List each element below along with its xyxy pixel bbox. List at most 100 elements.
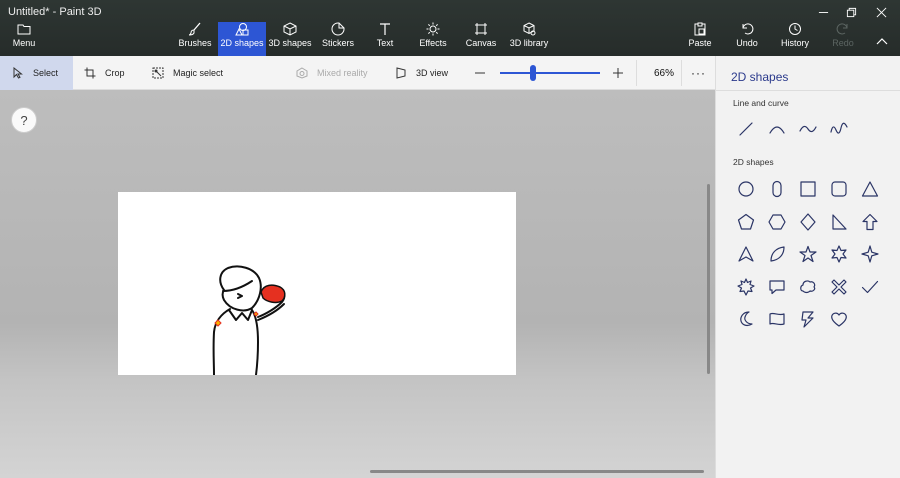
mixed-reality-label: Mixed reality	[317, 68, 368, 78]
diamond-icon[interactable]	[797, 211, 819, 233]
ribbon-redo-label: Redo	[832, 38, 854, 48]
help-button[interactable]: ?	[11, 107, 37, 133]
checkmark-icon[interactable]	[859, 276, 881, 298]
ribbon-canvas-button[interactable]: Canvas	[466, 22, 496, 56]
ribbon-undo-label: Undo	[736, 38, 758, 48]
ribbon-brushes-label: Brushes	[178, 38, 212, 48]
ribbon-3d-shapes-button[interactable]: 3D shapes	[268, 22, 312, 56]
crop-icon	[84, 67, 96, 79]
zoom-value: 66%	[654, 68, 675, 79]
redo-icon	[836, 23, 848, 35]
rounded-square-icon[interactable]	[828, 178, 850, 200]
thought-bubble-icon[interactable]	[797, 276, 819, 298]
2d-shapes-panel: 2D shapes Line and curve 2D shapes	[715, 56, 900, 478]
line-curve-section-label: Line and curve	[733, 98, 789, 108]
minimize-button[interactable]	[808, 2, 838, 22]
ribbon-2d-shapes-button[interactable]: 2D shapes	[218, 22, 266, 56]
crop-label: Crop	[105, 68, 125, 78]
square-icon[interactable]	[797, 178, 819, 200]
sun-icon	[426, 22, 440, 36]
restore-icon	[846, 7, 856, 17]
heart-icon[interactable]	[828, 308, 850, 330]
canvas-icon	[475, 23, 487, 35]
circle-icon[interactable]	[735, 178, 757, 200]
2d-shapes-icon	[235, 23, 249, 36]
paste-icon	[694, 22, 706, 36]
magic-select-button[interactable]: Magic select	[152, 56, 223, 90]
3d-view-button[interactable]: 3D view	[395, 56, 448, 90]
lightning-icon[interactable]	[797, 308, 819, 330]
workspace: ?	[0, 90, 715, 478]
drawing-canvas[interactable]	[118, 192, 516, 375]
panel-title: 2D shapes	[731, 70, 789, 84]
ribbon-effects-button[interactable]: Effects	[418, 22, 448, 56]
pill-icon[interactable]	[766, 178, 788, 200]
curve-icon[interactable]	[766, 118, 788, 140]
menu-label: Menu	[12, 38, 36, 48]
star5-icon[interactable]	[797, 243, 819, 265]
right-triangle-icon[interactable]	[828, 211, 850, 233]
magic-select-icon	[152, 67, 164, 79]
select-button[interactable]: Select	[0, 56, 73, 90]
zoom-slider-thumb[interactable]	[530, 65, 536, 81]
zoom-out-icon[interactable]	[474, 67, 486, 79]
horizontal-scrollbar[interactable]	[370, 470, 704, 473]
leaf-icon[interactable]	[766, 243, 788, 265]
ribbon-redo-button[interactable]: Redo	[830, 22, 856, 56]
zoom-in-icon[interactable]	[612, 67, 624, 79]
ribbon-undo-button[interactable]: Undo	[734, 22, 760, 56]
pentagon-icon[interactable]	[735, 211, 757, 233]
3d-cube-icon	[283, 22, 297, 36]
cursor-icon	[13, 67, 23, 79]
ribbon-effects-label: Effects	[419, 38, 447, 48]
ribbon-2d-shapes-label: 2D shapes	[220, 38, 264, 48]
ribbon-paste-button[interactable]: Paste	[686, 22, 714, 56]
brush-icon	[188, 22, 201, 36]
close-icon	[876, 7, 886, 17]
ribbon-3d-shapes-label: 3D shapes	[268, 38, 312, 48]
ribbon-stickers-button[interactable]: Stickers	[320, 22, 356, 56]
ribbon-history-label: History	[780, 38, 809, 48]
arrow-up-icon[interactable]	[859, 211, 881, 233]
chevron-up-icon	[876, 38, 888, 45]
ribbon-canvas-label: Canvas	[465, 38, 497, 48]
triangle-icon[interactable]	[859, 178, 881, 200]
panel-divider	[716, 90, 900, 91]
moon-icon[interactable]	[735, 308, 757, 330]
ribbon-3d-library-button[interactable]: 3D library	[509, 22, 549, 56]
wave-curve-icon[interactable]	[797, 118, 819, 140]
more-options-button[interactable]: ···	[681, 60, 715, 86]
mixed-reality-button[interactable]: Mixed reality	[296, 56, 368, 90]
vertical-scrollbar[interactable]	[707, 184, 710, 374]
crop-button[interactable]: Crop	[84, 56, 125, 90]
menu-button[interactable]: Menu	[4, 22, 44, 54]
close-button[interactable]	[866, 2, 896, 22]
toolbar-divider	[636, 60, 637, 86]
arrowhead-icon[interactable]	[735, 243, 757, 265]
restore-button[interactable]	[836, 2, 866, 22]
ribbon-history-button[interactable]: History	[780, 22, 810, 56]
3d-view-label: 3D view	[416, 68, 449, 78]
hexagon-icon[interactable]	[766, 211, 788, 233]
window-title: Untitled* - Paint 3D	[8, 6, 102, 18]
zoom-slider[interactable]	[500, 56, 600, 90]
folder-icon	[17, 24, 31, 35]
sticker-icon	[331, 22, 345, 36]
ribbon-3d-library-label: 3D library	[509, 38, 549, 48]
ribbon-brushes-button[interactable]: Brushes	[176, 22, 214, 56]
star4-icon[interactable]	[859, 243, 881, 265]
double-wave-curve-icon[interactable]	[828, 118, 850, 140]
star6-icon[interactable]	[828, 243, 850, 265]
burst-icon[interactable]	[735, 276, 757, 298]
ribbon-text-button[interactable]: Text	[372, 22, 398, 56]
speech-bubble-icon[interactable]	[766, 276, 788, 298]
text-icon	[380, 23, 390, 35]
collapse-ribbon-button[interactable]	[872, 34, 892, 48]
3d-view-icon	[396, 67, 406, 79]
2d-shapes-section-label: 2D shapes	[733, 157, 774, 167]
title-and-ribbon-bar: Untitled* - Paint 3D Menu Brushes 2D sha…	[0, 0, 900, 56]
line-icon[interactable]	[735, 118, 757, 140]
x-mark-icon[interactable]	[828, 276, 850, 298]
banner-icon[interactable]	[766, 308, 788, 330]
select-label: Select	[33, 68, 59, 78]
